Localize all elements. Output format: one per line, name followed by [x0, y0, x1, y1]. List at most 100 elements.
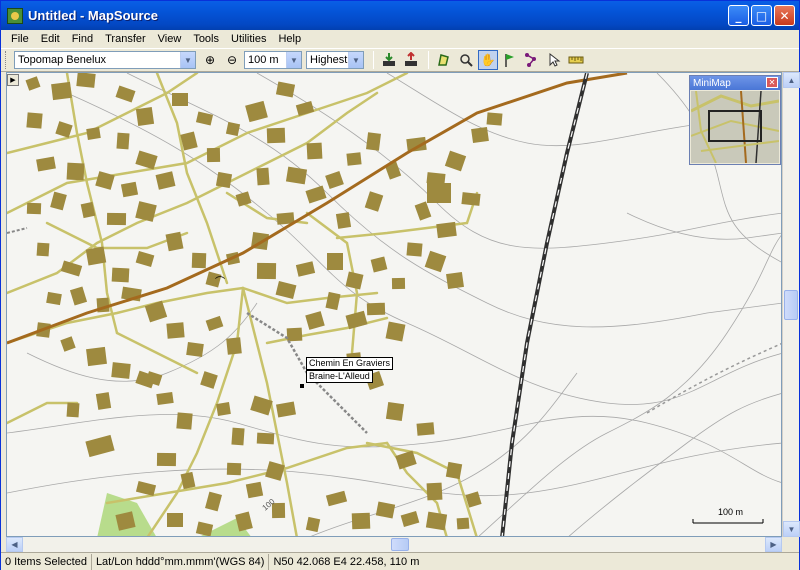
building: [172, 93, 188, 106]
menu-edit[interactable]: Edit: [35, 33, 66, 45]
send-to-device-icon[interactable]: [401, 50, 421, 70]
building: [231, 427, 245, 446]
building: [26, 202, 42, 215]
building: [135, 480, 157, 497]
building: [305, 516, 321, 533]
railway-group: [500, 73, 589, 536]
building: [266, 127, 286, 144]
building: [60, 336, 76, 352]
building: [325, 291, 341, 311]
scroll-up-button[interactable]: ▲: [783, 72, 800, 88]
building: [436, 221, 457, 239]
map-select-tool-icon[interactable]: [434, 50, 454, 70]
title-bar[interactable]: Untitled - MapSource _ □ ✕: [1, 1, 799, 30]
zoom-out-icon[interactable]: ⊖: [222, 50, 242, 70]
window-title: Untitled - MapSource: [28, 8, 159, 23]
building: [165, 231, 184, 252]
status-cursor-position: N50 42.068 E4 22.458, 110 m: [273, 555, 420, 568]
scroll-down-button[interactable]: ▼: [783, 521, 800, 537]
vertical-scroll-thumb[interactable]: [784, 290, 798, 320]
horizontal-scroll-thumb[interactable]: [391, 538, 409, 551]
chevron-down-icon[interactable]: ▼: [286, 52, 301, 68]
distance-ruler-tool-icon[interactable]: [566, 50, 586, 70]
building: [205, 491, 222, 512]
map-label-street[interactable]: Chemin En Graviers: [306, 357, 394, 370]
expand-panel-button[interactable]: ▶: [7, 74, 19, 86]
minimap-close-icon[interactable]: ✕: [766, 77, 778, 88]
menu-bar: File Edit Find Transfer View Tools Utili…: [1, 30, 799, 48]
menu-transfer[interactable]: Transfer: [99, 33, 152, 45]
toolbar-grip[interactable]: [5, 51, 8, 69]
building: [200, 371, 218, 389]
minimap-title-bar[interactable]: MiniMap ✕: [690, 76, 780, 90]
selected-point-marker[interactable]: [300, 384, 304, 388]
menu-utilities[interactable]: Utilities: [225, 33, 272, 45]
building: [135, 150, 158, 170]
building: [86, 127, 101, 140]
building: [144, 300, 168, 323]
waypoint-flag-tool-icon[interactable]: [500, 50, 520, 70]
building: [135, 106, 155, 127]
building: [461, 192, 481, 206]
minor-road: [265, 316, 389, 345]
zoom-tool-icon[interactable]: [456, 50, 476, 70]
building: [345, 310, 368, 330]
dashed-trail: [7, 227, 28, 234]
building: [226, 462, 242, 476]
building: [86, 346, 107, 367]
building: [156, 452, 177, 467]
building: [416, 422, 435, 436]
detail-select[interactable]: Highest ▼: [306, 51, 364, 69]
receive-from-device-icon[interactable]: [379, 50, 399, 70]
building: [116, 132, 130, 150]
minimap-view[interactable]: [691, 91, 779, 163]
status-coordinate-format: Lat/Lon hddd°mm.mmm'(WGS 84): [92, 553, 270, 570]
zoom-scale-select[interactable]: 100 m ▼: [244, 51, 302, 69]
chevron-down-icon[interactable]: ▼: [180, 52, 195, 68]
building: [115, 85, 136, 103]
route-tool-icon[interactable]: [522, 50, 542, 70]
minor-road-group: [7, 73, 479, 536]
horizontal-scrollbar[interactable]: ◀ ▶: [6, 537, 782, 552]
building: [25, 76, 41, 91]
building: [36, 156, 56, 172]
mapsource-app-icon[interactable]: [7, 7, 23, 24]
status-selection: 0 Items Selected: [1, 553, 92, 570]
map-product-select[interactable]: Topomap Benelux ▼: [14, 51, 196, 69]
chevron-down-icon[interactable]: ▼: [348, 52, 363, 68]
menu-tools[interactable]: Tools: [187, 33, 225, 45]
vertical-scrollbar[interactable]: ▲ ▼: [782, 72, 800, 537]
map-view[interactable]: 100 ⌒ 100 m Chemin En Graviers Braine-L'…: [6, 72, 782, 537]
building: [235, 191, 252, 207]
menu-find[interactable]: Find: [66, 33, 99, 45]
building: [215, 171, 233, 189]
minimize-button[interactable]: _: [728, 5, 749, 26]
building: [385, 401, 405, 422]
building: [375, 501, 396, 519]
map-label-town[interactable]: Braine-L'Alleud: [306, 370, 373, 383]
menu-view[interactable]: View: [152, 33, 188, 45]
building: [305, 185, 327, 204]
menu-help[interactable]: Help: [272, 33, 307, 45]
maximize-button[interactable]: □: [751, 5, 772, 26]
contour-line: [568, 393, 781, 536]
map-canvas[interactable]: 100 ⌒ 100 m: [7, 73, 782, 537]
minimap-panel[interactable]: MiniMap ✕: [689, 75, 781, 165]
poi-marker-icon[interactable]: ⌒: [215, 276, 225, 288]
building: [275, 281, 297, 299]
toolbar-separator: [373, 51, 374, 69]
selection-arrow-tool-icon[interactable]: [544, 50, 564, 70]
building: [256, 167, 270, 186]
hand-pan-tool-icon[interactable]: ✋: [478, 50, 498, 70]
menu-file[interactable]: File: [5, 33, 35, 45]
close-button[interactable]: ✕: [774, 5, 795, 26]
scroll-left-button[interactable]: ◀: [6, 537, 23, 552]
building: [276, 401, 296, 418]
scroll-right-button[interactable]: ▶: [765, 537, 782, 552]
building: [106, 212, 127, 226]
contour-line: [310, 372, 578, 536]
zoom-in-icon[interactable]: ⊕: [200, 50, 220, 70]
building: [385, 321, 406, 342]
railway-line: [500, 73, 589, 536]
building: [46, 291, 62, 306]
